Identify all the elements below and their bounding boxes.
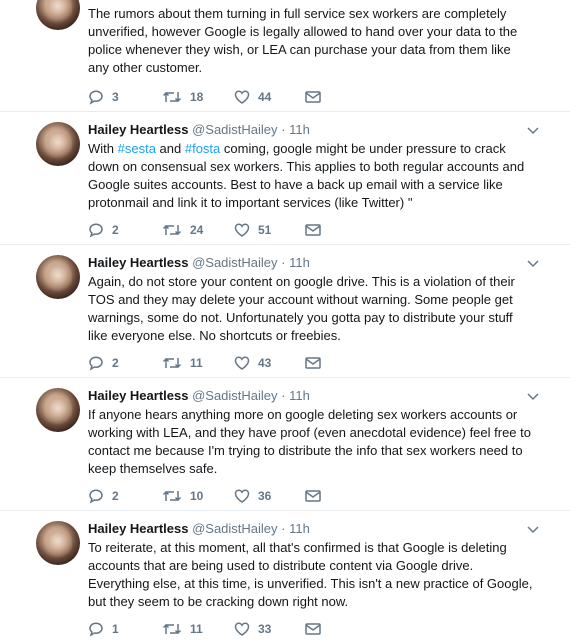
tweet-text: With #sesta and #fosta coming, google mi… (88, 140, 533, 212)
text-segment: With (88, 141, 118, 156)
direct-message-icon (305, 91, 321, 103)
retweet-icon (162, 623, 182, 635)
avatar[interactable] (36, 122, 80, 166)
display-name[interactable]: Hailey Heartless (88, 122, 188, 137)
tweet-header: Hailey Heartless @SadistHailey · 11h (88, 122, 310, 137)
retweet-button[interactable]: 18 (162, 87, 203, 107)
like-icon (234, 622, 250, 636)
like-button[interactable]: 44 (234, 87, 271, 107)
like-icon (234, 223, 250, 237)
hashtag-link[interactable]: #sesta (118, 141, 156, 156)
like-icon (234, 489, 250, 503)
user-handle[interactable]: @SadistHailey (192, 255, 277, 270)
avatar[interactable] (36, 255, 80, 299)
reply-count: 2 (112, 223, 119, 237)
direct-message-icon (305, 357, 321, 369)
separator-dot: · (281, 521, 286, 536)
reply-icon (89, 489, 103, 504)
avatar[interactable] (36, 0, 80, 30)
reply-count: 2 (112, 356, 119, 370)
tweet-header: Hailey Heartless @SadistHailey · 11h (88, 255, 310, 270)
tweet-header: Hailey Heartless @SadistHailey · 11h (88, 521, 310, 536)
tweet-text: To reiterate, at this moment, all that's… (88, 540, 533, 609)
separator-dot: · (281, 255, 286, 270)
like-button[interactable]: 51 (234, 220, 271, 240)
direct-message-button[interactable] (304, 619, 322, 639)
tweet[interactable]: Hailey Heartless @SadistHailey · 11h Wit… (0, 112, 570, 245)
retweet-count: 10 (190, 489, 204, 503)
direct-message-icon (305, 623, 321, 635)
user-handle[interactable]: @SadistHailey (192, 388, 277, 403)
direct-message-icon (305, 490, 321, 502)
chevron-down-icon[interactable] (526, 259, 540, 269)
like-icon (234, 90, 250, 104)
direct-message-button[interactable] (304, 87, 322, 107)
display-name[interactable]: Hailey Heartless (88, 521, 188, 536)
user-handle[interactable]: @SadistHailey (192, 122, 277, 137)
retweet-button[interactable]: 10 (162, 486, 203, 506)
reply-icon (89, 622, 103, 637)
timestamp[interactable]: 11h (289, 255, 310, 270)
direct-message-icon (305, 224, 321, 236)
user-handle[interactable]: @SadistHailey (192, 521, 277, 536)
separator-dot: · (281, 388, 286, 403)
retweet-count: 18 (190, 90, 204, 104)
like-count: 43 (258, 356, 272, 370)
tweet[interactable]: The rumors about them turning in full se… (0, 0, 570, 112)
hashtag-link[interactable]: #fosta (185, 141, 220, 156)
tweet[interactable]: Hailey Heartless @SadistHailey · 11h To … (0, 511, 570, 640)
retweet-button[interactable]: 11 (162, 619, 203, 639)
like-button[interactable]: 43 (234, 353, 271, 373)
like-button[interactable]: 36 (234, 486, 271, 506)
like-count: 33 (258, 622, 272, 636)
avatar[interactable] (36, 521, 80, 565)
tweet-text: If anyone hears anything more on google … (88, 407, 531, 476)
display-name[interactable]: Hailey Heartless (88, 255, 188, 270)
retweet-icon (162, 357, 182, 369)
avatar[interactable] (36, 388, 80, 432)
display-name[interactable]: Hailey Heartless (88, 388, 188, 403)
retweet-button[interactable]: 24 (162, 220, 203, 240)
chevron-down-icon[interactable] (526, 392, 540, 402)
reply-icon (89, 90, 103, 105)
reply-button[interactable]: 3 (88, 87, 119, 107)
like-count: 36 (258, 489, 272, 503)
reply-icon (89, 356, 103, 371)
retweet-icon (162, 91, 182, 103)
direct-message-button[interactable] (304, 486, 322, 506)
retweet-count: 24 (190, 223, 204, 237)
like-count: 51 (258, 223, 272, 237)
reply-button[interactable]: 1 (88, 619, 119, 639)
chevron-down-icon[interactable] (526, 126, 540, 136)
direct-message-button[interactable] (304, 353, 322, 373)
retweet-icon (162, 490, 182, 502)
timestamp[interactable]: 11h (289, 388, 310, 403)
like-button[interactable]: 33 (234, 619, 271, 639)
reply-icon (89, 223, 103, 238)
reply-count: 1 (112, 622, 119, 636)
separator-dot: · (281, 122, 286, 137)
reply-button[interactable]: 2 (88, 486, 119, 506)
retweet-count: 11 (190, 622, 203, 636)
text-segment: and (155, 141, 185, 156)
reply-count: 2 (112, 489, 119, 503)
like-count: 44 (258, 90, 272, 104)
reply-button[interactable]: 2 (88, 353, 119, 373)
tweet[interactable]: Hailey Heartless @SadistHailey · 11h If … (0, 378, 570, 511)
retweet-count: 11 (190, 356, 203, 370)
direct-message-button[interactable] (304, 220, 322, 240)
chevron-down-icon[interactable] (526, 525, 540, 535)
reply-button[interactable]: 2 (88, 220, 119, 240)
retweet-button[interactable]: 11 (162, 353, 203, 373)
tweet[interactable]: Hailey Heartless @SadistHailey · 11h Aga… (0, 245, 570, 378)
tweet-header: Hailey Heartless @SadistHailey · 11h (88, 388, 310, 403)
timestamp[interactable]: 11h (289, 521, 310, 536)
tweet-text: The rumors about them turning in full se… (88, 6, 518, 75)
like-icon (234, 356, 250, 370)
tweet-text: Again, do not store your content on goog… (88, 274, 515, 343)
retweet-icon (162, 224, 182, 236)
timestamp[interactable]: 11h (289, 122, 310, 137)
reply-count: 3 (112, 90, 119, 104)
